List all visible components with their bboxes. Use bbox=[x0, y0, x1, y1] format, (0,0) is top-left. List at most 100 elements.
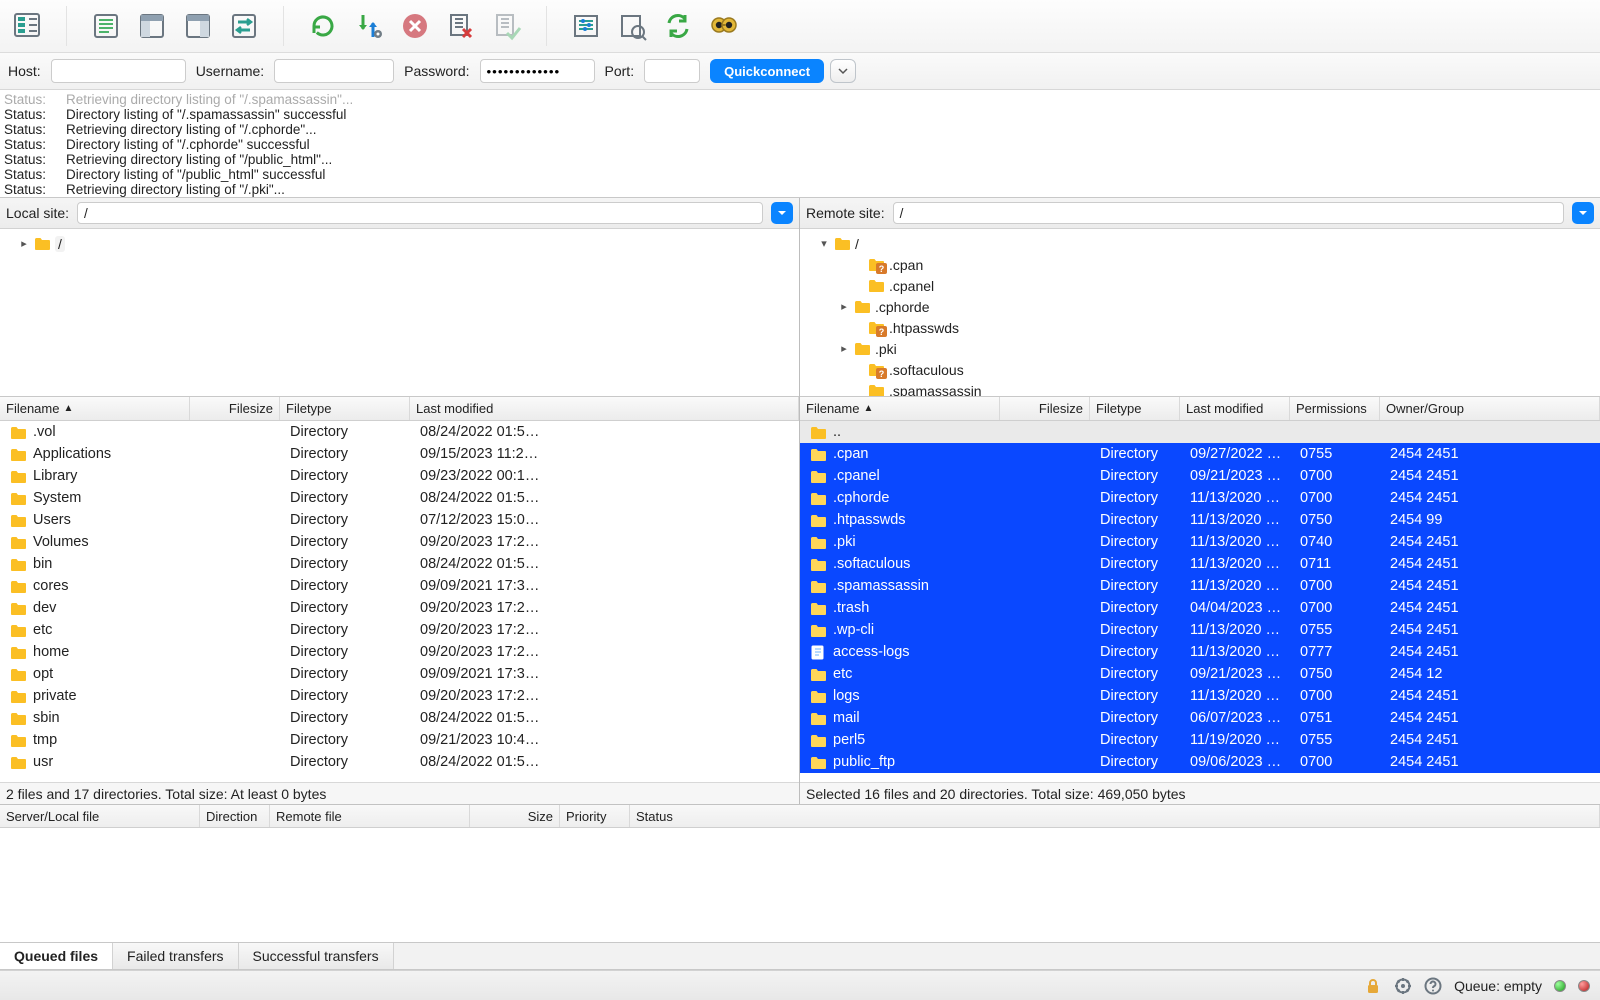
expand-icon[interactable]: ▾ bbox=[818, 237, 830, 250]
remote-file-header[interactable]: Filename▲FilesizeFiletypeLast modifiedPe… bbox=[800, 397, 1600, 421]
disconnect-button[interactable] bbox=[442, 7, 480, 45]
file-row[interactable]: coresDirectory09/09/2021 17:3… bbox=[0, 575, 799, 597]
file-row[interactable]: logsDirectory11/13/2020 0…07002454 2451 bbox=[800, 685, 1600, 707]
process-queue-button[interactable] bbox=[350, 7, 388, 45]
file-row[interactable]: public_ftpDirectory09/06/2023 …07002454 … bbox=[800, 751, 1600, 773]
file-row[interactable]: homeDirectory09/20/2023 17:2… bbox=[0, 641, 799, 663]
quickconnect-history-dropdown[interactable] bbox=[830, 59, 856, 83]
settings-icon[interactable] bbox=[1394, 977, 1412, 995]
file-row[interactable]: access-logsDirectory11/13/2020 0…0777245… bbox=[800, 641, 1600, 663]
tree-item[interactable]: ?.cpan bbox=[800, 254, 1600, 275]
cancel-button[interactable] bbox=[396, 7, 434, 45]
column-header[interactable]: Server/Local file bbox=[0, 805, 200, 827]
toggle-log-button[interactable] bbox=[87, 7, 125, 45]
file-row[interactable]: .spamassassinDirectory11/13/2020 0…07002… bbox=[800, 575, 1600, 597]
quickconnect-button[interactable]: Quickconnect bbox=[710, 59, 824, 83]
local-path-input[interactable]: / bbox=[77, 202, 763, 224]
column-header[interactable]: Filename▲ bbox=[800, 397, 1000, 420]
remote-path-input[interactable]: / bbox=[893, 202, 1564, 224]
column-header[interactable]: Status bbox=[630, 805, 1600, 827]
find-button[interactable] bbox=[705, 7, 743, 45]
tree-item[interactable]: .spamassassin bbox=[800, 380, 1600, 397]
encryption-icon[interactable] bbox=[1364, 977, 1382, 995]
host-input[interactable] bbox=[51, 59, 186, 83]
expand-icon[interactable] bbox=[852, 259, 864, 271]
refresh-button[interactable] bbox=[304, 7, 342, 45]
column-header[interactable]: Filetype bbox=[1090, 397, 1180, 420]
file-row[interactable]: VolumesDirectory09/20/2023 17:2… bbox=[0, 531, 799, 553]
file-row[interactable]: mailDirectory06/07/2023 1…07512454 2451 bbox=[800, 707, 1600, 729]
file-row[interactable]: tmpDirectory09/21/2023 10:4… bbox=[0, 729, 799, 751]
tree-item[interactable]: ▾/ bbox=[800, 233, 1600, 254]
toggle-queue-button[interactable] bbox=[225, 7, 263, 45]
tree-item[interactable]: ?.htpasswds bbox=[800, 317, 1600, 338]
expand-icon[interactable]: ▸ bbox=[838, 300, 850, 313]
local-file-header[interactable]: Filename▲FilesizeFiletypeLast modified bbox=[0, 397, 799, 421]
column-header[interactable]: Permissions bbox=[1290, 397, 1380, 420]
file-row[interactable]: .wp-cliDirectory11/13/2020 0…07552454 24… bbox=[800, 619, 1600, 641]
file-row[interactable]: .softaculousDirectory11/13/2020 0…071124… bbox=[800, 553, 1600, 575]
file-row[interactable]: SystemDirectory08/24/2022 01:5… bbox=[0, 487, 799, 509]
file-row[interactable]: binDirectory08/24/2022 01:5… bbox=[0, 553, 799, 575]
file-row[interactable]: sbinDirectory08/24/2022 01:5… bbox=[0, 707, 799, 729]
username-input[interactable] bbox=[274, 59, 394, 83]
expand-icon[interactable] bbox=[852, 364, 864, 376]
toggle-local-tree-button[interactable] bbox=[133, 7, 171, 45]
password-input[interactable] bbox=[480, 59, 595, 83]
tree-item[interactable]: ▸/ bbox=[0, 233, 799, 254]
parent-dir-row[interactable]: .. bbox=[800, 421, 1600, 443]
remote-directory-tree[interactable]: ▾/?.cpan.cpanel▸.cphorde?.htpasswds▸.pki… bbox=[800, 229, 1600, 397]
tree-item[interactable]: ▸.pki bbox=[800, 338, 1600, 359]
compare-button[interactable] bbox=[613, 7, 651, 45]
transfer-queue-header[interactable]: Server/Local fileDirectionRemote fileSiz… bbox=[0, 804, 1600, 828]
sync-browse-button[interactable] bbox=[659, 7, 697, 45]
queue-tab[interactable]: Successful transfers bbox=[239, 943, 394, 969]
file-row[interactable]: perl5Directory11/19/2020 0…07552454 2451 bbox=[800, 729, 1600, 751]
file-row[interactable]: .pkiDirectory11/13/2020 0…07402454 2451 bbox=[800, 531, 1600, 553]
local-directory-tree[interactable]: ▸/ bbox=[0, 229, 799, 397]
column-header[interactable]: Last modified bbox=[410, 397, 799, 420]
tree-item[interactable]: .cpanel bbox=[800, 275, 1600, 296]
local-file-list[interactable]: .volDirectory08/24/2022 01:5…Application… bbox=[0, 421, 799, 782]
column-header[interactable]: Owner/Group bbox=[1380, 397, 1600, 420]
remote-path-dropdown[interactable] bbox=[1572, 202, 1594, 224]
help-icon[interactable] bbox=[1424, 977, 1442, 995]
column-header[interactable]: Filesize bbox=[1000, 397, 1090, 420]
column-header[interactable]: Last modified bbox=[1180, 397, 1290, 420]
file-row[interactable]: .cphordeDirectory11/13/2020 0…07002454 2… bbox=[800, 487, 1600, 509]
transfer-queue-list[interactable] bbox=[0, 828, 1600, 942]
expand-icon[interactable]: ▸ bbox=[18, 237, 30, 250]
file-row[interactable]: etcDirectory09/20/2023 17:2… bbox=[0, 619, 799, 641]
column-header[interactable]: Priority bbox=[560, 805, 630, 827]
file-row[interactable]: privateDirectory09/20/2023 17:2… bbox=[0, 685, 799, 707]
file-row[interactable]: .trashDirectory04/04/2023 …07002454 2451 bbox=[800, 597, 1600, 619]
column-header[interactable]: Remote file bbox=[270, 805, 470, 827]
file-row[interactable]: etcDirectory09/21/2023 1…07502454 12 bbox=[800, 663, 1600, 685]
expand-icon[interactable] bbox=[852, 322, 864, 334]
reconnect-button[interactable] bbox=[488, 7, 526, 45]
queue-tab[interactable]: Failed transfers bbox=[113, 943, 238, 969]
tree-item[interactable]: ?.softaculous bbox=[800, 359, 1600, 380]
port-input[interactable] bbox=[644, 59, 700, 83]
file-row[interactable]: devDirectory09/20/2023 17:2… bbox=[0, 597, 799, 619]
tree-item[interactable]: ▸.cphorde bbox=[800, 296, 1600, 317]
file-row[interactable]: LibraryDirectory09/23/2022 00:1… bbox=[0, 465, 799, 487]
expand-icon[interactable] bbox=[852, 280, 864, 292]
expand-icon[interactable] bbox=[852, 385, 864, 397]
file-row[interactable]: .cpanDirectory09/27/2022 1…07552454 2451 bbox=[800, 443, 1600, 465]
file-row[interactable]: ApplicationsDirectory09/15/2023 11:2… bbox=[0, 443, 799, 465]
site-manager-button[interactable] bbox=[8, 7, 46, 45]
queue-tab[interactable]: Queued files bbox=[0, 943, 113, 969]
file-row[interactable]: .volDirectory08/24/2022 01:5… bbox=[0, 421, 799, 443]
file-row[interactable]: UsersDirectory07/12/2023 15:0… bbox=[0, 509, 799, 531]
file-row[interactable]: .htpasswdsDirectory11/13/2020 0…07502454… bbox=[800, 509, 1600, 531]
filter-button[interactable] bbox=[567, 7, 605, 45]
column-header[interactable]: Size bbox=[470, 805, 560, 827]
message-log[interactable]: Status:Retrieving directory listing of "… bbox=[0, 90, 1600, 198]
file-row[interactable]: usrDirectory08/24/2022 01:5… bbox=[0, 751, 799, 773]
column-header[interactable]: Direction bbox=[200, 805, 270, 827]
toggle-remote-tree-button[interactable] bbox=[179, 7, 217, 45]
local-path-dropdown[interactable] bbox=[771, 202, 793, 224]
column-header[interactable]: Filetype bbox=[280, 397, 410, 420]
file-row[interactable]: .cpanelDirectory09/21/2023 1…07002454 24… bbox=[800, 465, 1600, 487]
